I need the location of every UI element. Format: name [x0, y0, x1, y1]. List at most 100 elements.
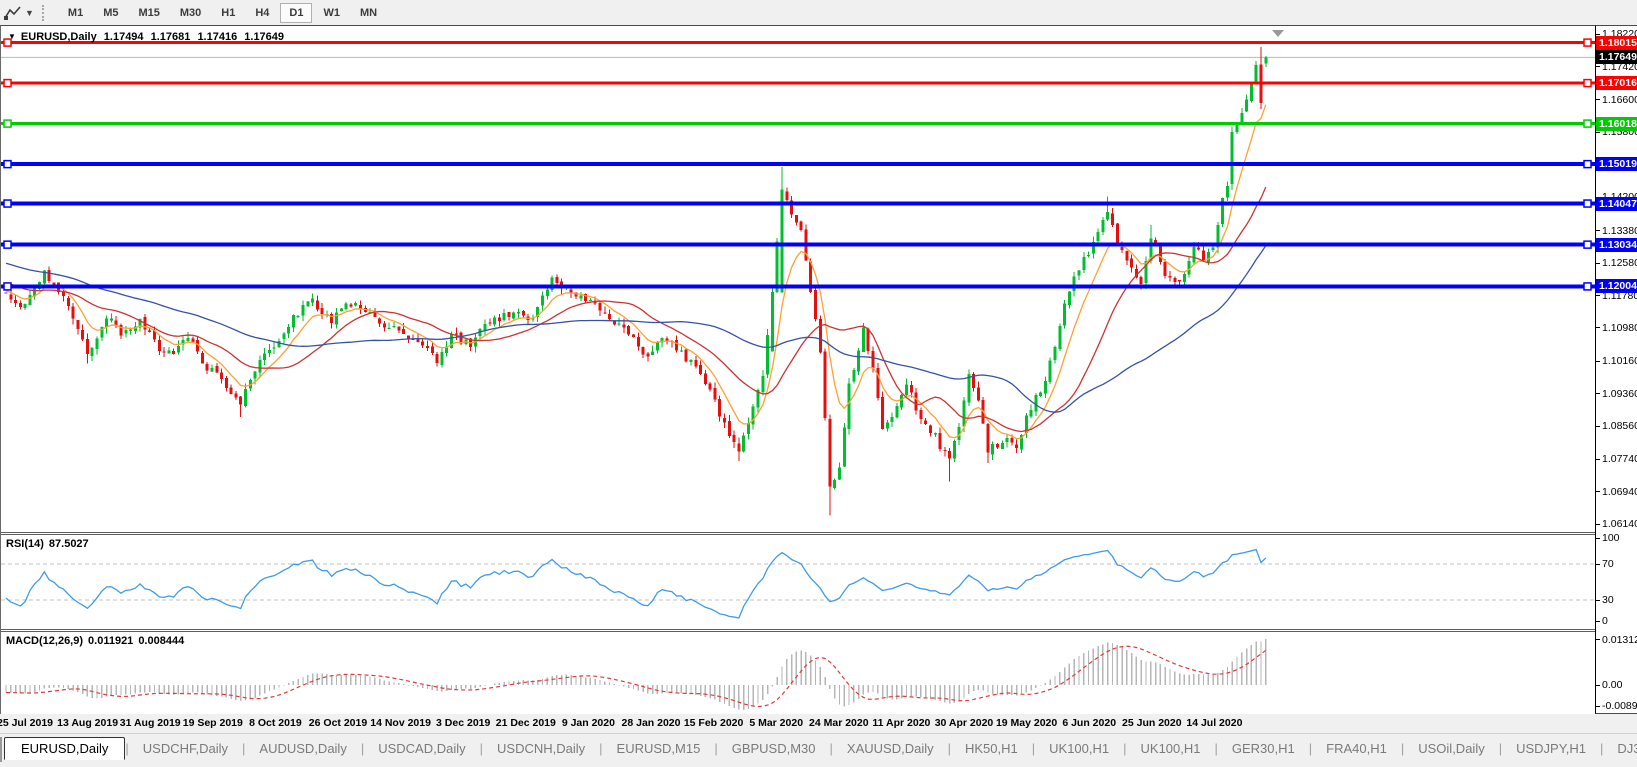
- timeframe-button-w1[interactable]: W1: [314, 3, 349, 23]
- hline-price-badge: 1.18015: [1596, 35, 1637, 50]
- date-tick-label: 21 Dec 2019: [495, 717, 556, 729]
- price-tick-label: 1.12580: [1602, 257, 1637, 270]
- chart-tab-gbpusd-m30[interactable]: GBPUSD,M30: [718, 737, 830, 760]
- main-chart-panel[interactable]: ▼ EURUSD,Daily 1.17494 1.17681 1.17416 1.…: [1, 26, 1596, 532]
- hline-handle[interactable]: [1583, 282, 1592, 291]
- hline-handle[interactable]: [1583, 78, 1592, 88]
- price-tick-label: 1.10980: [1602, 321, 1637, 334]
- chart-tab-usdchf-daily[interactable]: USDCHF,Daily: [129, 737, 242, 760]
- date-tick-label: 11 Apr 2020: [872, 717, 931, 729]
- draw-tool-caret-icon[interactable]: ▼: [25, 8, 34, 18]
- rsi-panel[interactable]: RSI(14) 87.5027: [1, 535, 1596, 629]
- date-tick-label: 31 Aug 2019: [119, 717, 181, 729]
- rsi-chart-canvas[interactable]: [1, 535, 1596, 629]
- hline-handle[interactable]: [1583, 159, 1592, 169]
- hline-handle[interactable]: [1583, 119, 1592, 128]
- chart-tab-uk100-h1[interactable]: UK100,H1: [1035, 737, 1123, 760]
- price-tick-label: 1.09360: [1602, 387, 1637, 400]
- chart-title: ▼ EURUSD,Daily 1.17494 1.17681 1.17416 1.…: [8, 31, 288, 43]
- macd-chart-canvas[interactable]: [1, 632, 1596, 714]
- chart-tab-audusd-daily[interactable]: AUDUSD,Daily: [245, 737, 360, 760]
- timeframe-button-h4[interactable]: H4: [246, 3, 278, 23]
- date-tick-label: 24 Mar 2020: [809, 717, 869, 729]
- date-tick-label: 25 Jun 2020: [1122, 717, 1182, 729]
- axis-tick: [1596, 685, 1600, 686]
- axis-tick: [1596, 393, 1600, 394]
- ohlc-low: 1.17416: [197, 31, 238, 43]
- macd-main-value: 0.011921: [88, 635, 134, 647]
- macd-signal-line: [5, 645, 1267, 708]
- ma-slow-blue-line[interactable]: [5, 245, 1267, 413]
- chart-tab-ger30-h1[interactable]: GER30,H1: [1218, 737, 1309, 760]
- timeframe-button-m1[interactable]: M1: [59, 3, 92, 23]
- price-axis[interactable]: 1.182201.174201.166001.158001.142001.133…: [1595, 25, 1637, 714]
- date-tick-label: 14 Jul 2020: [1186, 717, 1243, 729]
- timeframe-button-h1[interactable]: H1: [212, 3, 244, 23]
- chart-tab-usoil-daily[interactable]: USOil,Daily: [1404, 737, 1498, 760]
- chart-tab-xauusd-daily[interactable]: XAUUSD,Daily: [833, 737, 948, 760]
- date-tick-label: 25 Jul 2019: [0, 717, 54, 729]
- date-tick-label: 6 Jun 2020: [1062, 717, 1117, 729]
- toolbar-grip[interactable]: [41, 4, 50, 21]
- rsi-scale-label: 30: [1602, 594, 1614, 606]
- timeframe-button-m30[interactable]: M30: [171, 3, 210, 23]
- timeframe-button-m15[interactable]: M15: [129, 3, 168, 23]
- tab-edge-notch[interactable]: [0, 737, 2, 762]
- axis-tick: [1596, 230, 1600, 231]
- timeframe-button-mn[interactable]: MN: [351, 3, 386, 23]
- macd-scale-label: 0.013121: [1602, 633, 1637, 646]
- chart-tab-usdjpy-h1[interactable]: USDJPY,H1: [1502, 737, 1600, 760]
- price-tick-label: 1.13380: [1602, 224, 1637, 237]
- macd-panel[interactable]: MACD(12,26,9) 0.011921 0.008444: [1, 632, 1595, 715]
- axis-tick: [1596, 327, 1600, 328]
- chart-tab-fra40-h1[interactable]: FRA40,H1: [1312, 737, 1401, 760]
- chart-tab-eurusd-daily[interactable]: EURUSD,Daily: [4, 737, 126, 760]
- axis-tick: [1596, 426, 1600, 427]
- date-axis[interactable]: 25 Jul 2019 13 Aug 2019 31 Aug 2019 19 Sep …: [0, 714, 1595, 733]
- hline-handle[interactable]: [3, 119, 12, 128]
- date-tick-label: 15 Feb 2020: [683, 717, 744, 729]
- rsi-line: [5, 548, 1267, 619]
- hline-handle[interactable]: [1583, 240, 1592, 249]
- ohlc-high: 1.17681: [150, 31, 191, 43]
- hline-handle[interactable]: [1583, 199, 1592, 208]
- axis-tick: [1596, 99, 1600, 100]
- hline-handle[interactable]: [1583, 38, 1592, 47]
- hline-price-badge: 1.14047: [1596, 196, 1637, 211]
- chart-shift-marker-icon[interactable]: [1272, 30, 1284, 37]
- hline-price-badge: 1.13034: [1596, 237, 1637, 252]
- chart-tab-hk50-h1[interactable]: HK50,H1: [951, 737, 1032, 760]
- chart-tab-eurusd-m15[interactable]: EURUSD,M15: [603, 737, 715, 760]
- date-tick-label: 30 Apr 2020: [934, 717, 994, 729]
- chart-tab-usdcnh-daily[interactable]: USDCNH,Daily: [483, 737, 599, 760]
- rsi-scale-label: 0: [1602, 615, 1608, 627]
- chart-dropdown-icon[interactable]: ▼: [8, 32, 16, 41]
- rsi-scale-label: 100: [1602, 532, 1620, 544]
- rsi-scale-label: 70: [1602, 558, 1614, 570]
- chart-tab-dj30-m15[interactable]: DJ30,M15: [1603, 737, 1637, 760]
- axis-tick: [1596, 538, 1600, 539]
- hline-price-badge: 1.17016: [1596, 76, 1637, 91]
- date-tick-label: 5 Mar 2020: [749, 717, 804, 729]
- rsi-label: RSI(14) 87.5027: [6, 538, 89, 550]
- date-tick-label: 19 Sep 2019: [182, 717, 243, 729]
- date-tick-label: 8 Oct 2019: [249, 717, 302, 729]
- price-tick-label: 1.06940: [1602, 485, 1637, 498]
- hline-handle[interactable]: [3, 199, 12, 208]
- price-tick-label: 1.08560: [1602, 420, 1637, 433]
- hline-handle[interactable]: [3, 240, 12, 249]
- timeframe-button-m5[interactable]: M5: [94, 3, 127, 23]
- hline-handle[interactable]: [3, 159, 12, 169]
- chart-tab-uk100-h1[interactable]: UK100,H1: [1127, 737, 1215, 760]
- chart-tab-usdcad-daily[interactable]: USDCAD,Daily: [364, 737, 479, 760]
- macd-scale-label: 0.00: [1602, 679, 1623, 691]
- ma-mid-red-line[interactable]: [5, 186, 1267, 433]
- hline-handle[interactable]: [3, 78, 12, 88]
- candlestick-chart-canvas[interactable]: [1, 26, 1596, 532]
- timeframe-button-d1[interactable]: D1: [280, 2, 313, 23]
- axis-tick: [1596, 600, 1600, 601]
- date-tick-label: 19 May 2020: [995, 717, 1058, 729]
- candles: [4, 46, 1268, 516]
- draw-tool-icon[interactable]: [3, 4, 23, 22]
- hline-handle[interactable]: [3, 282, 12, 291]
